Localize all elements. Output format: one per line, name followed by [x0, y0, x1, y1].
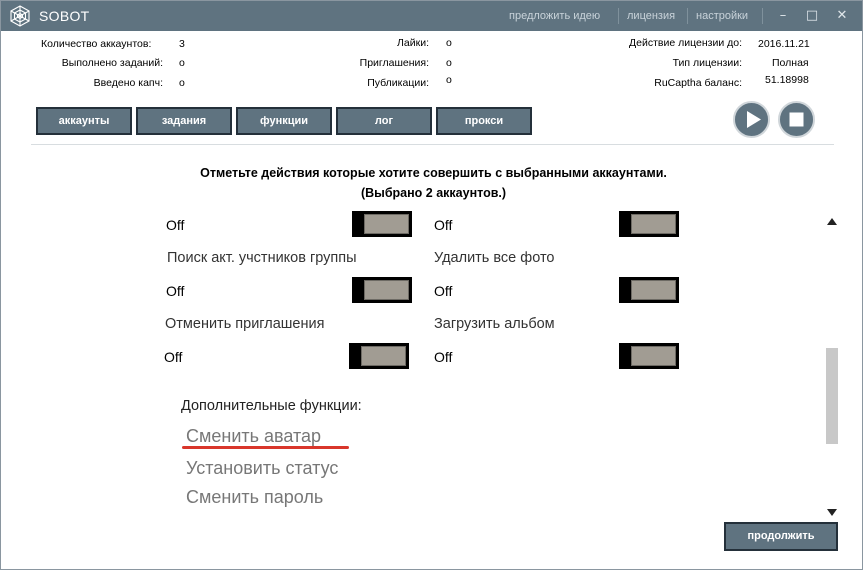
toggle-thumb — [364, 214, 409, 234]
start-button[interactable] — [733, 101, 770, 138]
rucaptcha-value: 51.18998 — [765, 74, 809, 86]
likes-label: Лайки: — [397, 37, 429, 49]
continue-button[interactable]: продолжить — [724, 522, 838, 551]
close-button[interactable]: ✕ — [831, 6, 853, 26]
suggest-idea-link[interactable]: предложить идею — [509, 10, 600, 22]
invites-value: o — [446, 57, 452, 69]
option-label-search-active-members: Поиск акт. учстников группы — [167, 250, 357, 266]
stop-icon — [789, 112, 804, 127]
extra-functions-title: Дополнительные функции: — [181, 398, 362, 414]
app-title: SOBOT — [39, 8, 90, 24]
minimize-button[interactable]: – — [772, 6, 794, 26]
instructions-heading: Отметьте действия которые хотите соверши… — [200, 166, 667, 180]
settings-link[interactable]: настройки — [696, 10, 748, 22]
toggle-state-label: Off — [434, 283, 453, 299]
toggle-state-label: Off — [166, 217, 185, 233]
captcha-value: o — [179, 77, 185, 89]
license-until-label: Действие лицензии до: — [629, 37, 742, 49]
toggle-thumb — [631, 346, 676, 366]
title-separator — [762, 8, 763, 24]
selected-count-text: (Выбрано 2 аккаунтов.) — [360, 186, 507, 200]
toggle-switch-3[interactable] — [352, 277, 412, 303]
tab-tasks[interactable]: задания — [136, 107, 232, 135]
scroll-down-arrow-icon[interactable] — [827, 509, 837, 516]
scrollbar-thumb[interactable] — [826, 348, 838, 444]
posts-value: o — [446, 74, 452, 86]
tab-functions[interactable]: функции — [236, 107, 332, 135]
toggle-thumb — [631, 214, 676, 234]
toggle-thumb — [364, 280, 409, 300]
tab-log[interactable]: лог — [336, 107, 432, 135]
toggle-switch-6[interactable] — [619, 343, 679, 369]
header-divider — [31, 144, 834, 145]
toggle-thumb — [361, 346, 406, 366]
title-bar: SOBOT предложить идею лицензия настройки… — [1, 1, 862, 31]
accounts-count-label: Количество аккаунтов: — [41, 38, 152, 50]
option-label-upload-album: Загрузить альбом — [434, 316, 555, 332]
rucaptcha-label: RuCaptha баланс: — [654, 77, 742, 89]
tab-proxy[interactable]: прокси — [436, 107, 532, 135]
toggle-thumb — [631, 280, 676, 300]
posts-label: Публикации: — [367, 77, 429, 89]
likes-value: o — [446, 37, 452, 49]
set-status-link[interactable]: Установить статус — [186, 458, 338, 479]
change-password-link[interactable]: Сменить пароль — [186, 487, 323, 508]
spiderweb-logo-icon — [10, 5, 30, 27]
invites-label: Приглашения: — [359, 57, 429, 69]
maximize-button[interactable]: □ — [801, 6, 823, 26]
license-until-value: 2016.11.21 — [758, 38, 810, 50]
change-avatar-link[interactable]: Сменить аватар — [186, 426, 321, 447]
title-separator — [618, 8, 619, 24]
toggle-switch-2[interactable] — [619, 211, 679, 237]
toggle-state-label: Off — [434, 217, 453, 233]
toggle-switch-5[interactable] — [349, 343, 409, 369]
toggle-state-label: Off — [166, 283, 185, 299]
tasks-done-value: o — [179, 57, 185, 69]
title-separator — [687, 8, 688, 24]
captcha-label: Введено капч: — [93, 77, 163, 89]
stop-button[interactable] — [778, 101, 815, 138]
play-icon — [747, 111, 761, 128]
selected-underline — [182, 446, 349, 449]
license-link[interactable]: лицензия — [627, 10, 675, 22]
option-label-delete-all-photos: Удалить все фото — [434, 250, 555, 266]
tasks-done-label: Выполнено заданий: — [61, 57, 163, 69]
option-label-cancel-invitations: Отменить приглашения — [165, 316, 325, 332]
accounts-count-value: 3 — [179, 38, 185, 50]
scroll-up-arrow-icon[interactable] — [827, 218, 837, 225]
toggle-switch-1[interactable] — [352, 211, 412, 237]
toggle-switch-4[interactable] — [619, 277, 679, 303]
toggle-state-label: Off — [434, 349, 453, 365]
license-type-value: Полная — [772, 57, 809, 69]
toggle-state-label: Off — [164, 349, 183, 365]
app-window: SOBOT предложить идею лицензия настройки… — [0, 0, 863, 570]
license-type-label: Тип лицензии: — [672, 57, 742, 69]
tab-accounts[interactable]: аккаунты — [36, 107, 132, 135]
